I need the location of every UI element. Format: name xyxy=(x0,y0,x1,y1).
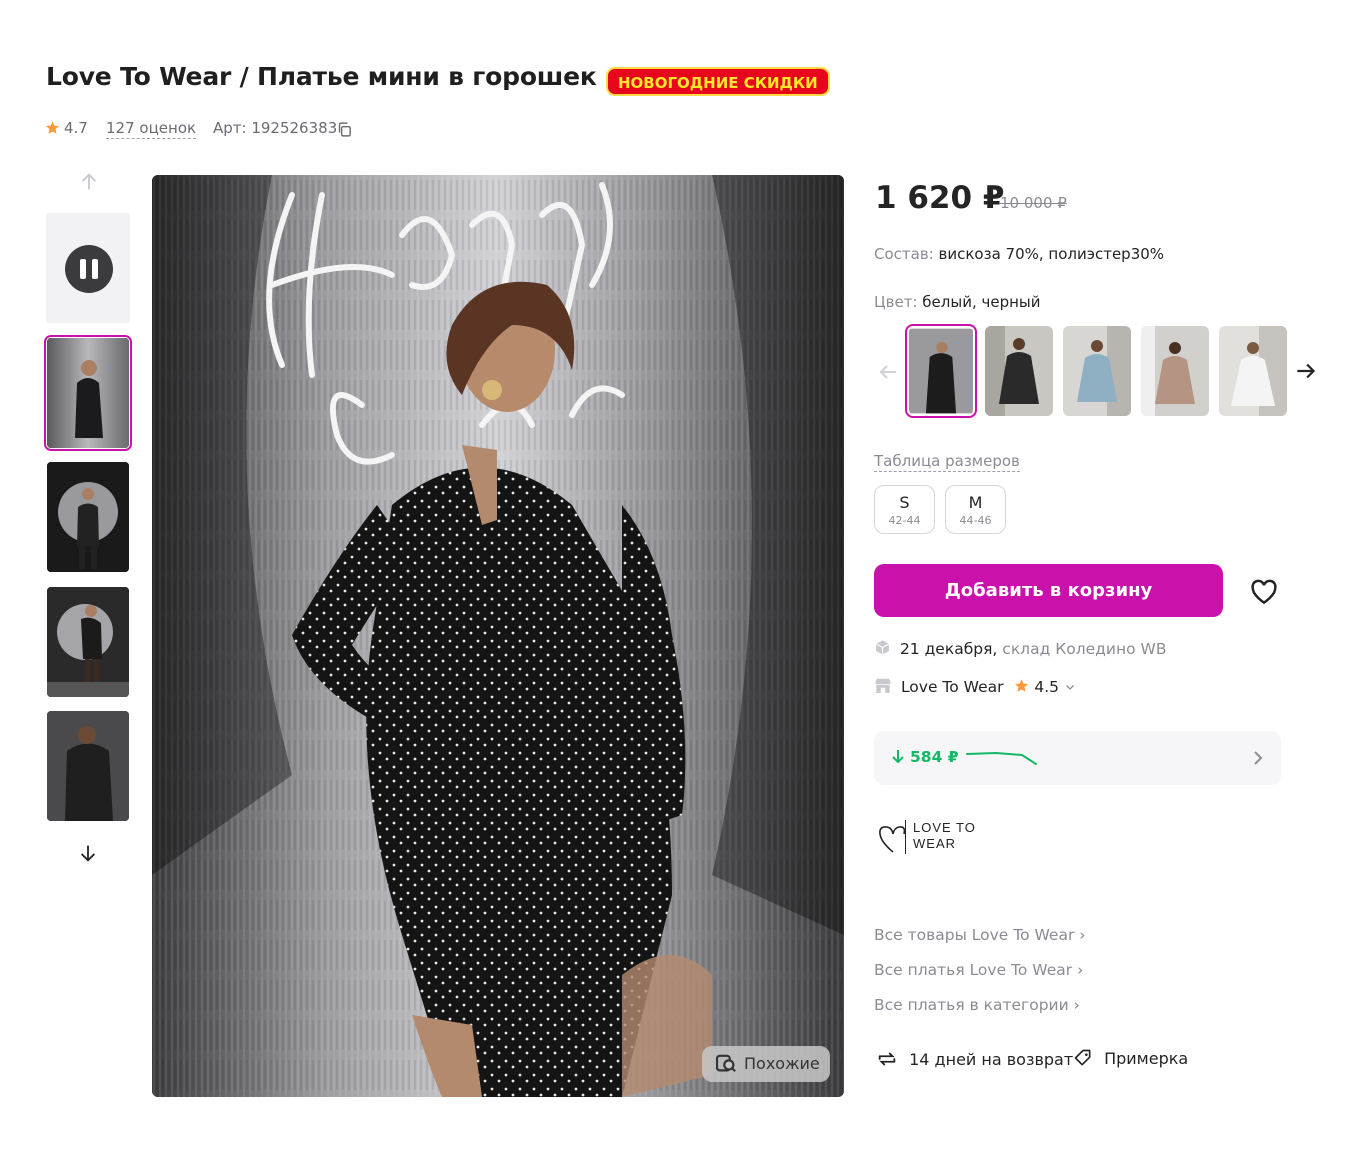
swatch-image xyxy=(909,328,973,414)
thumbnail-1[interactable] xyxy=(44,335,132,451)
composition-label: Состав: xyxy=(874,245,934,263)
product-photo xyxy=(152,175,844,1097)
color-value: белый, черный xyxy=(922,293,1041,311)
heart-logo-icon xyxy=(879,826,906,853)
chevron-down-icon[interactable] xyxy=(1064,681,1076,693)
chevron-right-icon: › xyxy=(1079,926,1086,944)
size-button-m[interactable]: M 44-46 xyxy=(945,485,1006,534)
arrow-up-icon[interactable] xyxy=(78,170,100,194)
color-swatch-3[interactable] xyxy=(1063,326,1131,416)
size-table-link[interactable]: Таблица размеров xyxy=(874,451,1020,472)
thumbnail-image xyxy=(47,462,129,572)
swatch-image xyxy=(985,326,1053,416)
returns-label: 14 дней на возврат xyxy=(909,1050,1074,1069)
article-number: Арт: 192526383 xyxy=(213,119,338,137)
link-all-brand-products[interactable]: Все товары Love To Wear › xyxy=(874,926,1085,944)
swatch-image xyxy=(1219,326,1287,416)
thumbnail-image xyxy=(47,587,129,697)
thumbnail-image xyxy=(47,711,129,821)
chevron-right-icon: › xyxy=(1077,961,1084,979)
swatch-prev-icon[interactable] xyxy=(876,360,900,384)
thumbnail-2[interactable] xyxy=(47,462,129,572)
thumbnail-image xyxy=(47,338,129,448)
brand-logo-text: LOVE TO WEAR xyxy=(913,820,976,852)
size-label: S xyxy=(899,493,910,512)
add-to-cart-button[interactable]: Добавить в корзину xyxy=(874,564,1223,617)
logo-divider xyxy=(905,820,906,854)
link-all-brand-dresses[interactable]: Все платья Love To Wear › xyxy=(874,961,1083,979)
fitting-info[interactable]: Примерка xyxy=(1073,1048,1188,1068)
color-row: Цвет: белый, черный xyxy=(874,293,1041,311)
size-label: M xyxy=(968,493,983,512)
product-rating: 4.7 xyxy=(64,119,88,137)
old-price: 10 000 ₽ xyxy=(1000,194,1067,212)
box-icon xyxy=(875,640,890,655)
arrow-down-icon[interactable] xyxy=(77,841,99,865)
brand-logo[interactable]: LOVE TO WEAR xyxy=(878,818,998,858)
star-icon xyxy=(45,121,60,134)
search-similar-icon xyxy=(716,1054,736,1073)
current-price: 1 620 ₽ xyxy=(875,180,1005,216)
swatch-image xyxy=(1141,326,1209,416)
promo-badge[interactable]: НОВОГОДНИЕ СКИДКИ xyxy=(606,67,830,96)
price-trend-sparkline xyxy=(966,751,1037,765)
star-icon xyxy=(1015,679,1029,692)
tag-icon xyxy=(1074,1049,1091,1066)
brand-logo-line2: WEAR xyxy=(913,836,956,851)
thumbnail-4[interactable] xyxy=(47,711,129,821)
thumbnail-3[interactable] xyxy=(47,587,129,697)
composition-value: вискоза 70%, полиэстер30% xyxy=(938,245,1165,263)
link-label: Все товары Love To Wear xyxy=(874,926,1075,944)
seller-row[interactable]: Love To Wear 4.5 xyxy=(874,677,1076,697)
size-ru-label: 44-46 xyxy=(959,514,992,527)
copy-icon[interactable] xyxy=(336,121,353,138)
chevron-right-icon[interactable] xyxy=(1251,749,1265,767)
color-swatch-1[interactable] xyxy=(905,324,977,418)
delivery-row: 21 декабря, склад Коледино WB xyxy=(874,639,1166,659)
chevron-right-icon: › xyxy=(1073,996,1080,1014)
fitting-label: Примерка xyxy=(1104,1049,1189,1068)
delivery-date: 21 декабря, xyxy=(899,640,998,658)
seller-rating: 4.5 xyxy=(1034,678,1060,696)
color-swatch-4[interactable] xyxy=(1141,326,1209,416)
swatch-next-icon[interactable] xyxy=(1293,358,1319,384)
price-history-value: 584 ₽ xyxy=(910,748,959,766)
seller-name[interactable]: Love To Wear xyxy=(901,678,1004,696)
pause-icon[interactable] xyxy=(65,245,113,293)
arrow-down-green-icon xyxy=(892,750,904,764)
link-label: Все платья в категории xyxy=(874,996,1069,1014)
returns-info[interactable]: 14 дней на возврат xyxy=(876,1048,1073,1070)
return-icon xyxy=(878,1052,896,1066)
reviews-link[interactable]: 127 оценок xyxy=(106,118,197,139)
link-category-dresses[interactable]: Все платья в категории › xyxy=(874,996,1080,1014)
delivery-warehouse: склад Коледино WB xyxy=(1002,640,1167,658)
brand-logo-line1: LOVE TO xyxy=(913,820,976,835)
swatch-image xyxy=(1063,326,1131,416)
link-label: Все платья Love To Wear xyxy=(874,961,1073,979)
color-label: Цвет: xyxy=(874,293,918,311)
color-swatch-2[interactable] xyxy=(985,326,1053,416)
shop-icon xyxy=(875,678,891,693)
product-title: Love To Wear / Платье мини в горошек xyxy=(46,62,597,91)
composition-row: Состав: вискоза 70%, полиэстер30% xyxy=(874,245,1164,263)
main-product-image[interactable] xyxy=(152,175,844,1097)
heart-icon[interactable] xyxy=(1249,577,1279,607)
size-button-s[interactable]: S 42-44 xyxy=(874,485,935,534)
size-ru-label: 42-44 xyxy=(888,514,921,527)
color-swatch-5[interactable] xyxy=(1219,326,1287,416)
